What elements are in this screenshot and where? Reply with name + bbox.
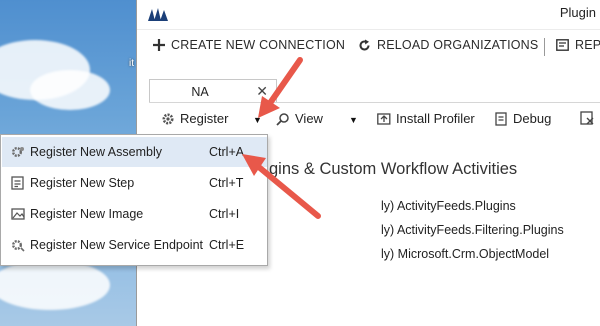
plugins-heading: gins & Custom Workflow Activities [269, 160, 518, 178]
assembly-item[interactable]: ly) ActivityFeeds.Plugins [381, 199, 516, 213]
install-profiler-label: Install Profiler [396, 111, 475, 126]
menu-item-register-new-image[interactable]: Register New Image Ctrl+I [2, 199, 267, 229]
install-profiler-button[interactable]: Install Profiler [377, 111, 475, 126]
assembly-item[interactable]: ly) Microsoft.Crm.ObjectModel [381, 247, 549, 261]
install-profiler-icon [377, 113, 391, 125]
close-icon[interactable]: ✕ [256, 83, 268, 100]
tab-na[interactable]: NA ✕ [149, 79, 277, 103]
debug-icon [495, 111, 507, 126]
view-dropdown-caret-icon[interactable]: ▼ [349, 115, 358, 125]
menu-item-label: Register New Service Endpoint [30, 238, 203, 252]
plus-icon [153, 39, 165, 51]
menu-item-shortcut: Ctrl+I [209, 207, 240, 221]
menu-item-label: Register New Step [30, 176, 135, 190]
view-label: View [295, 111, 323, 126]
register-dropdown-menu: Register New Assembly Ctrl+A Register Ne… [0, 134, 268, 266]
magnifier-icon [276, 112, 289, 126]
endpoint-gear-icon [12, 240, 25, 252]
create-connection-label: CREATE NEW CONNECTION [171, 38, 346, 52]
title-bar: Plugin [137, 0, 600, 30]
step-icon [11, 176, 24, 190]
debug-button[interactable]: Debug [494, 111, 551, 126]
register-label: Register [180, 111, 229, 126]
unregister-icon [580, 111, 594, 125]
menu-item-label: Register New Image [30, 207, 144, 221]
tab-divider [149, 102, 600, 103]
register-dropdown-caret-icon[interactable]: ▼ [253, 115, 262, 125]
dynamics-logo-icon [148, 8, 168, 21]
reload-icon [359, 39, 370, 50]
image-icon [11, 208, 25, 220]
desktop-label-fragment: it [129, 58, 134, 69]
register-button[interactable]: Register [161, 111, 228, 126]
menu-item-shortcut: Ctrl+E [209, 238, 245, 252]
view-button[interactable]: View [276, 111, 323, 126]
menu-item-register-new-assembly[interactable]: Register New Assembly Ctrl+A [2, 137, 267, 167]
reload-organizations-label: RELOAD ORGANIZATIONS [377, 38, 539, 52]
reload-organizations-button[interactable]: RELOAD ORGANIZATIONS [358, 38, 538, 52]
menu-item-shortcut: Ctrl+T [209, 176, 244, 190]
assembly-gear-icon [12, 147, 24, 157]
menu-item-register-new-step[interactable]: Register New Step Ctrl+T [2, 168, 267, 198]
toolbar-separator [544, 38, 545, 56]
unregister-button[interactable] [580, 111, 594, 125]
debug-label: Debug [513, 111, 552, 126]
create-connection-button[interactable]: CREATE NEW CONNECTION [153, 38, 345, 52]
menu-item-register-new-service-endpoint[interactable]: Register New Service Endpoint Ctrl+E [2, 230, 267, 260]
window-title: Plugin [559, 5, 596, 20]
assembly-item[interactable]: ly) ActivityFeeds.Filtering.Plugins [381, 223, 564, 237]
main-toolbar: CREATE NEW CONNECTION RELOAD ORGANIZATIO… [137, 30, 600, 64]
report-label: REP [575, 38, 600, 52]
tab-label: NA [191, 85, 209, 99]
register-gear-icon [162, 113, 174, 124]
organization-toolbar: Register ▼ View ▼ Install Profiler Debug [149, 106, 600, 134]
menu-item-label: Register New Assembly [30, 145, 162, 159]
report-button[interactable]: REP [556, 38, 600, 52]
menu-item-shortcut: Ctrl+A [209, 145, 245, 159]
report-icon [556, 39, 569, 51]
